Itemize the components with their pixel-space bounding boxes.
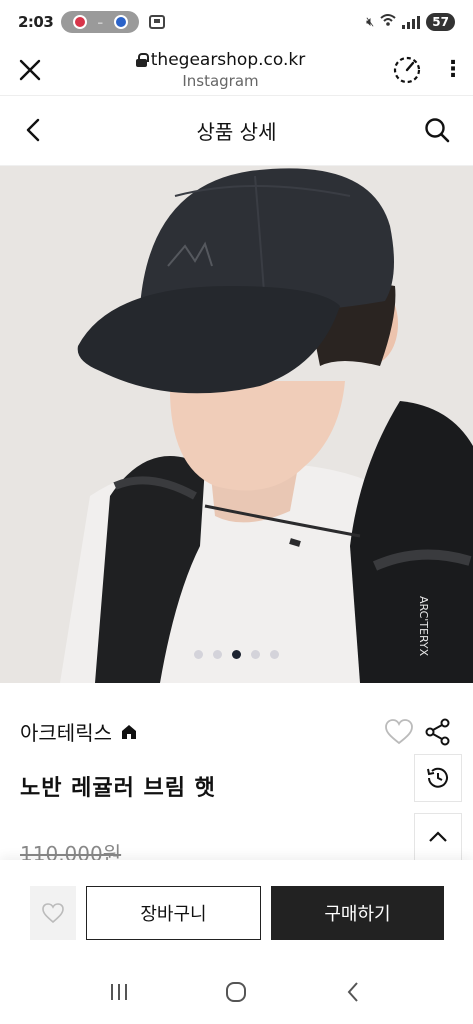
image-dot[interactable] [270, 650, 279, 659]
close-icon [19, 59, 41, 80]
heart-icon[interactable] [384, 718, 414, 746]
url-area[interactable]: thegearshop.co.kr Instagram [60, 50, 381, 90]
more-vertical-icon: ⋮ [442, 57, 464, 82]
wifi-icon [380, 13, 396, 31]
brand-row[interactable]: 아크테릭스 [20, 717, 138, 746]
history-icon [427, 767, 448, 788]
product-name: 노반 레귤러 브림 햇 [20, 776, 216, 801]
recent-apps-button[interactable] [104, 977, 134, 1007]
chevron-left-icon[interactable] [22, 118, 46, 142]
page-header: 상품 상세 [0, 96, 473, 166]
share-icon[interactable] [424, 718, 452, 746]
url-source: Instagram [182, 71, 259, 90]
screen-record-icon [149, 15, 166, 29]
page-title: 상품 상세 [196, 120, 277, 144]
image-pagination [0, 650, 473, 659]
more-button[interactable]: ⋮ [433, 44, 473, 96]
image-dot[interactable] [251, 650, 260, 659]
chevron-up-icon [429, 831, 447, 842]
mute-icon: 🔇︎ [366, 14, 375, 30]
image-dot[interactable] [194, 650, 203, 659]
home-nav-button[interactable] [221, 977, 251, 1007]
status-time: 2:03 [18, 13, 54, 31]
url-line: thegearshop.co.kr [60, 50, 381, 70]
status-notification-pill: – [61, 11, 140, 33]
browser-bar: thegearshop.co.kr Instagram ⋮ [0, 44, 473, 96]
status-bar: 2:03 – 🔇︎ 57 [0, 0, 473, 44]
scroll-top-button[interactable] [414, 813, 462, 861]
product-photo: ARC'TERYX [0, 166, 473, 683]
signal-icon [402, 15, 421, 29]
status-pill-text: – [97, 15, 104, 29]
buy-now-button[interactable]: 구매하기 [271, 886, 444, 940]
add-to-cart-button[interactable]: 장바구니 [86, 886, 261, 940]
back-arrow-icon [347, 982, 358, 1002]
search-icon[interactable] [423, 116, 451, 144]
wishlist-button[interactable] [30, 886, 76, 940]
close-button[interactable] [0, 44, 60, 96]
lock-icon [135, 53, 149, 67]
speedometer-icon [393, 56, 421, 83]
system-nav-bar [0, 960, 473, 1024]
history-button[interactable] [414, 754, 462, 802]
brand-name[interactable]: 아크테릭스 [20, 717, 112, 746]
status-right: 🔇︎ 57 [366, 13, 455, 31]
notification-app-icon [72, 15, 87, 29]
home-icon[interactable] [120, 723, 138, 741]
notification-app-icon [113, 15, 128, 29]
image-dot[interactable] [213, 650, 222, 659]
svg-text:ARC'TERYX: ARC'TERYX [417, 596, 430, 657]
battery-indicator: 57 [426, 13, 455, 31]
image-dot[interactable] [232, 650, 241, 659]
home-circle-icon [226, 982, 247, 1002]
heart-icon [42, 903, 64, 924]
speed-button[interactable] [381, 44, 433, 96]
url-text: thegearshop.co.kr [150, 49, 306, 70]
recent-apps-icon [110, 984, 127, 1000]
action-bar: 장바구니 구매하기 [0, 860, 473, 960]
back-nav-button[interactable] [339, 977, 369, 1007]
product-image-carousel[interactable]: ARC'TERYX [0, 166, 473, 683]
